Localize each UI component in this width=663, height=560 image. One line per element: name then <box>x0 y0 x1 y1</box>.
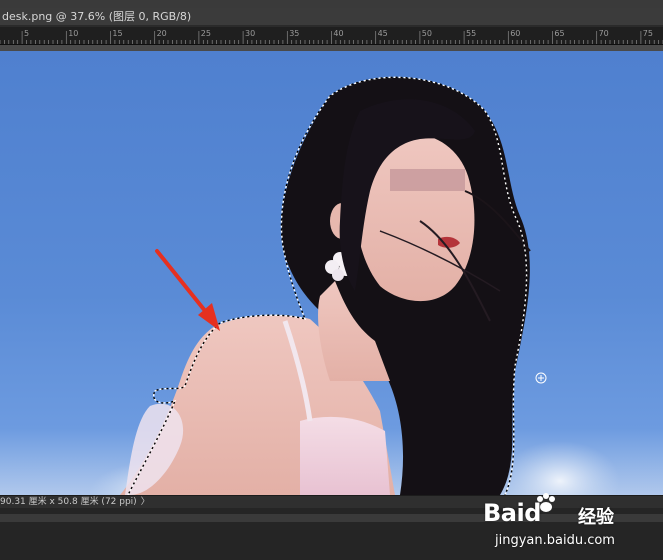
photo-illustration <box>90 76 620 495</box>
ruler-tick-label: 10 <box>68 29 78 38</box>
ruler-tick-label: 65 <box>554 29 564 38</box>
ruler-tick-label: 40 <box>333 29 343 38</box>
face-censor-blur <box>390 169 465 191</box>
watermark-brand-cn: 经验 <box>578 507 614 528</box>
watermark-brand: Baid <box>483 499 541 527</box>
red-arrow-icon <box>155 249 220 331</box>
ruler-tick-label: 45 <box>378 29 388 38</box>
canvas-area[interactable] <box>0 45 663 495</box>
ruler-tick-label: 15 <box>112 29 122 38</box>
ruler-tick-label: 30 <box>245 29 255 38</box>
ruler-tick-label: 20 <box>157 29 167 38</box>
ruler-tick-label: 75 <box>643 29 653 38</box>
watermark-url: jingyan.baidu.com <box>495 533 615 548</box>
document-size-readout: 90.31 厘米 x 50.8 厘米 (72 ppi) <box>0 497 137 507</box>
document-tab-title: desk.png @ 37.6% (图层 0, RGB/8) <box>2 10 192 23</box>
ruler-tick-label: 55 <box>466 29 476 38</box>
ruler-tick-label: 25 <box>201 29 211 38</box>
document-tab[interactable]: desk.png @ 37.6% (图层 0, RGB/8) <box>0 8 663 26</box>
dress-top <box>300 416 390 495</box>
ruler-tick-label: 70 <box>599 29 609 38</box>
ruler-ticks: 5 10 15 20 25 30 35 40 45 50 55 60 65 70 75 <box>0 29 663 44</box>
crosshair-cursor-icon <box>535 372 547 384</box>
ruler-tick-label: 60 <box>510 29 520 38</box>
baidu-jingyan-watermark: Baid 经验 jingyan.baidu.com <box>483 493 633 553</box>
photoshop-window: desk.png @ 37.6% (图层 0, RGB/8) 5 10 15 20 25… <box>0 0 663 560</box>
menu-strip <box>0 0 663 8</box>
ruler-tick-label: 50 <box>422 29 432 38</box>
ruler-tick-label: 35 <box>289 29 299 38</box>
cloud-shape <box>500 441 620 495</box>
ruler-tick-label: 5 <box>24 29 29 38</box>
photo-canvas[interactable] <box>0 51 663 495</box>
horizontal-ruler[interactable]: 5 10 15 20 25 30 35 40 45 50 55 60 65 70 75 <box>0 27 663 45</box>
